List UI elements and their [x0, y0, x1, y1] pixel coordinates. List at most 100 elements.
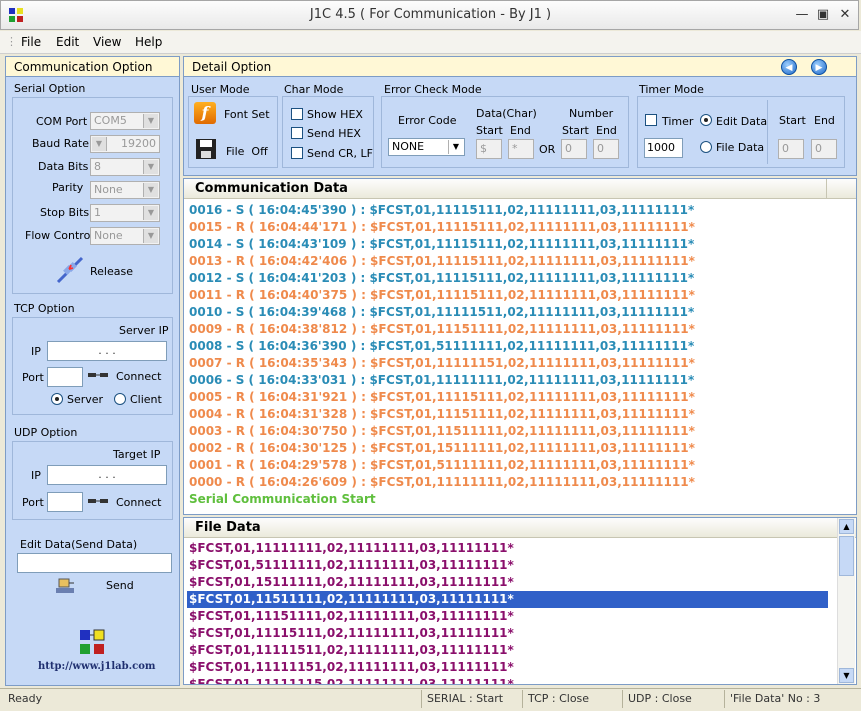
timer-start-input[interactable]: 0 [778, 139, 804, 159]
file-scrollbar[interactable]: ▲ ▼ [837, 518, 855, 684]
comm-row[interactable]: 0007 - R ( 16:04:35'343 ) : $FCST,01,111… [189, 355, 695, 372]
stop-bits-select[interactable]: 1 ▼ [90, 204, 160, 222]
show-hex-checkbox[interactable] [291, 108, 303, 120]
save-file-icon[interactable] [195, 138, 217, 160]
comm-row[interactable]: 0006 - S ( 16:04:33'031 ) : $FCST,01,111… [189, 372, 694, 389]
server-ip-label: Server IP [119, 324, 169, 337]
edit-data-input[interactable] [17, 553, 172, 573]
data-start-input[interactable]: $ [476, 139, 502, 159]
com-port-label: COM Port [36, 115, 88, 128]
website-link[interactable]: http://www.j1lab.com [38, 661, 155, 672]
release-button[interactable]: Release [90, 265, 133, 278]
comm-row[interactable]: 0011 - R ( 16:04:40'375 ) : $FCST,01,111… [189, 287, 695, 304]
tcp-connect-button[interactable]: Connect [116, 370, 161, 383]
chevron-down-icon: ▼ [143, 160, 158, 174]
file-data-radio[interactable] [700, 141, 712, 153]
file-row[interactable]: $FCST,01,11111111,02,11111111,03,1111111… [189, 540, 514, 557]
file-row[interactable]: $FCST,01,15111111,02,11111111,03,1111111… [189, 574, 514, 591]
comm-row[interactable]: 0014 - S ( 16:04:43'109 ) : $FCST,01,111… [189, 236, 694, 253]
comm-row[interactable]: 0012 - S ( 16:04:41'203 ) : $FCST,01,111… [189, 270, 694, 287]
comm-row[interactable]: 0005 - R ( 16:04:31'921 ) : $FCST,01,111… [189, 389, 695, 406]
chevron-down-icon: ▼ [143, 229, 158, 243]
file-row[interactable]: $FCST,01,11511111,02,11111111,03,1111111… [186, 590, 829, 609]
comm-row[interactable]: 0016 - S ( 16:04:45'390 ) : $FCST,01,111… [189, 202, 694, 219]
scroll-up-icon[interactable]: ▲ [839, 519, 854, 534]
parity-select[interactable]: None ▼ [90, 181, 160, 199]
comm-row[interactable]: 0015 - R ( 16:04:44'171 ) : $FCST,01,111… [189, 219, 695, 236]
comm-status-line[interactable]: Serial Communication Start [189, 491, 376, 508]
send-button[interactable]: Send [106, 579, 134, 592]
comm-row[interactable]: 0003 - R ( 16:04:30'750 ) : $FCST,01,115… [189, 423, 695, 440]
plug-release-icon[interactable] [56, 256, 84, 284]
tcp-port-input[interactable] [47, 367, 83, 387]
number-start-input[interactable]: 0 [561, 139, 587, 159]
menu-help[interactable]: Help [135, 35, 162, 49]
comm-row[interactable]: 0002 - R ( 16:04:30'125 ) : $FCST,01,151… [189, 440, 695, 457]
com-port-select[interactable]: COM5 ▼ [90, 112, 160, 130]
maximize-icon[interactable]: ▣ [814, 6, 832, 24]
udp-ip-input[interactable]: . . . [47, 465, 167, 485]
comm-row[interactable]: 0004 - R ( 16:04:31'328 ) : $FCST,01,111… [189, 406, 695, 423]
com-port-value: COM5 [94, 114, 127, 127]
comm-row[interactable]: 0013 - R ( 16:04:42'406 ) : $FCST,01,111… [189, 253, 695, 270]
file-data-header: File Data [184, 518, 856, 538]
number-end-input[interactable]: 0 [593, 139, 619, 159]
data-end-input[interactable]: * [508, 139, 534, 159]
edit-data-radio[interactable] [700, 114, 712, 126]
scroll-down-icon[interactable]: ▼ [839, 668, 854, 683]
status-divider [622, 690, 623, 708]
timer-interval-input[interactable]: 1000 [644, 138, 683, 158]
flow-control-select[interactable]: None ▼ [90, 227, 160, 245]
comm-row[interactable]: 0008 - S ( 16:04:36'390 ) : $FCST,01,511… [189, 338, 694, 355]
client-radio[interactable] [114, 393, 126, 405]
file-row[interactable]: $FCST,01,11115111,02,11111111,03,1111111… [189, 625, 514, 642]
communication-data-list[interactable]: Communication Data 0016 - S ( 16:04:45'3… [183, 178, 857, 515]
chevron-down-icon: ▼ [92, 137, 107, 151]
send-crlf-label: Send CR, LF [307, 147, 373, 160]
font-set-icon[interactable]: f [194, 102, 216, 124]
udp-port-label: Port [22, 496, 44, 509]
file-row[interactable]: $FCST,01,11111511,02,11111111,03,1111111… [189, 642, 514, 659]
menu-edit[interactable]: Edit [56, 35, 79, 49]
data-bits-label: Data Bits [38, 160, 89, 173]
baud-rate-value: 19200 [121, 137, 156, 150]
send-crlf-checkbox[interactable] [291, 147, 303, 159]
comm-row[interactable]: 0000 - R ( 16:04:26'609 ) : $FCST,01,111… [189, 474, 695, 491]
flow-control-value: None [94, 229, 123, 242]
back-icon[interactable]: ◀ [781, 59, 797, 75]
data-bits-select[interactable]: 8 ▼ [90, 158, 160, 176]
tcp-ip-input[interactable]: . . . [47, 341, 167, 361]
status-tcp: TCP : Close [528, 692, 590, 705]
status-divider [522, 690, 523, 708]
timer-checkbox[interactable] [645, 114, 657, 126]
timer-end-input[interactable]: 0 [811, 139, 837, 159]
connect-plug-icon [88, 499, 108, 503]
file-row[interactable]: $FCST,01,11111115,02,11111111,03,1111111… [189, 676, 514, 684]
send-hex-checkbox[interactable] [291, 127, 303, 139]
server-radio[interactable] [51, 393, 63, 405]
close-icon[interactable]: ✕ [836, 6, 854, 24]
error-code-select[interactable]: NONE ▼ [388, 138, 465, 156]
data-end-value: * [512, 142, 518, 155]
file-data-list[interactable]: File Data $FCST,01,11111111,02,11111111,… [183, 517, 857, 685]
data-end-label: End [510, 124, 531, 137]
comm-row[interactable]: 0010 - S ( 16:04:39'468 ) : $FCST,01,111… [189, 304, 694, 321]
menu-file[interactable]: File [21, 35, 41, 49]
send-icon[interactable] [54, 576, 76, 596]
forward-icon[interactable]: ▶ [811, 59, 827, 75]
udp-port-input[interactable] [47, 492, 83, 512]
timer-divider [767, 100, 768, 164]
menu-view[interactable]: View [93, 35, 121, 49]
comm-row[interactable]: 0001 - R ( 16:04:29'578 ) : $FCST,01,511… [189, 457, 695, 474]
minimize-icon[interactable]: — [793, 6, 811, 24]
scroll-thumb[interactable] [839, 536, 854, 576]
udp-connect-button[interactable]: Connect [116, 496, 161, 509]
comm-row[interactable]: 0009 - R ( 16:04:38'812 ) : $FCST,01,111… [189, 321, 695, 338]
baud-rate-select[interactable]: ▼ 19200 [90, 135, 160, 153]
file-row[interactable]: $FCST,01,11111151,02,11111111,03,1111111… [189, 659, 514, 676]
stop-bits-value: 1 [94, 206, 101, 219]
file-row[interactable]: $FCST,01,11151111,02,11111111,03,1111111… [189, 608, 514, 625]
font-set-button[interactable]: Font Set [224, 108, 270, 121]
number-end-value: 0 [597, 142, 604, 155]
file-row[interactable]: $FCST,01,51111111,02,11111111,03,1111111… [189, 557, 514, 574]
